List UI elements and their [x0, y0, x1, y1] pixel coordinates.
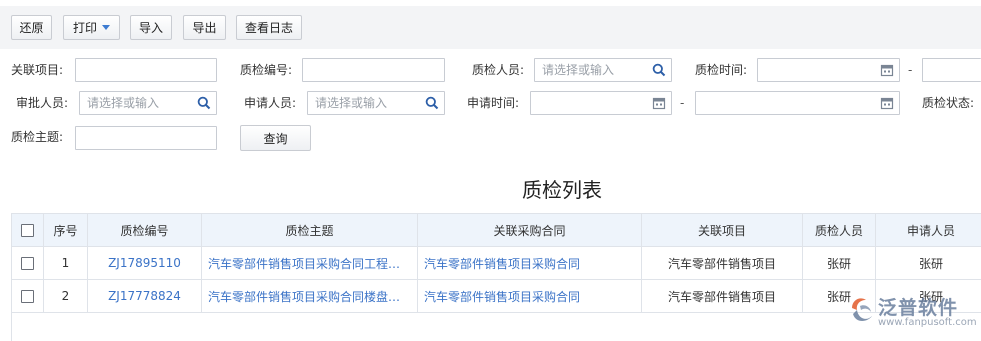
row-checkbox[interactable] [21, 257, 34, 270]
table-header-row: 序号 质检编号 质检主题 关联采购合同 关联项目 质检人员 申请人员 [11, 213, 981, 247]
applicant-cell: 张研 [875, 246, 981, 280]
table-row[interactable]: 1 ZJ17895110 汽车零部件销售项目采购合同工程车辆用件采购质检 汽车零… [11, 246, 981, 280]
print-label: 打印 [72, 21, 97, 35]
search-icon[interactable] [652, 63, 666, 77]
code-input[interactable] [302, 58, 445, 82]
column-header: 质检人员 [802, 213, 876, 247]
project-cell: 汽车零部件销售项目 [641, 279, 803, 313]
subject-input[interactable] [75, 126, 217, 150]
row-checkbox[interactable] [21, 290, 34, 303]
inspector-placeholder: 请选择或输入 [542, 63, 615, 77]
row-select-cell[interactable] [11, 246, 44, 280]
column-header: 申请人员 [875, 213, 981, 247]
caret-down-icon [102, 25, 110, 30]
logo-icon [852, 298, 872, 321]
column-header: 关联项目 [641, 213, 803, 247]
inspector-cell: 张研 [802, 246, 876, 280]
approver-placeholder: 请选择或输入 [87, 96, 160, 110]
time-start-input[interactable] [757, 58, 900, 82]
inspector-input[interactable]: 请选择或输入 [534, 58, 672, 82]
import-button[interactable]: 导入 [130, 15, 172, 40]
row-index: 1 [43, 246, 88, 280]
approver-input[interactable]: 请选择或输入 [79, 91, 217, 115]
restore-button[interactable]: 还原 [11, 15, 52, 40]
query-label: 查询 [263, 131, 288, 146]
select-all-checkbox[interactable] [21, 224, 34, 237]
subject-label: 质检主题: [11, 130, 64, 144]
view-log-button[interactable]: 查看日志 [236, 15, 302, 40]
export-button[interactable]: 导出 [183, 15, 226, 40]
watermark-url: www.fanpusoft.com [878, 317, 977, 328]
calendar-icon[interactable] [880, 96, 894, 110]
toolbar: 还原 打印 导入 导出 查看日志 [0, 6, 981, 49]
watermark: 泛普软件 www.fanpusoft.com [848, 292, 977, 332]
approver-label: 审批人员: [16, 96, 69, 110]
row-index: 2 [43, 279, 88, 313]
restore-label: 还原 [19, 21, 44, 35]
search-icon[interactable] [425, 96, 439, 110]
query-button[interactable]: 查询 [240, 125, 311, 151]
applicant-placeholder: 请选择或输入 [315, 96, 388, 110]
calendar-icon[interactable] [880, 63, 894, 77]
calendar-icon[interactable] [652, 96, 666, 110]
watermark-brand: 泛普软件 [878, 297, 959, 319]
inspection-subject-link[interactable]: 汽车零部件销售项目采购合同工程车辆用件采购质检 [201, 246, 418, 280]
row-select-cell[interactable] [11, 279, 44, 313]
status-label: 质检状态: [922, 96, 975, 110]
inspection-code-link[interactable]: ZJ17778824 [87, 279, 202, 313]
select-all-cell[interactable] [11, 213, 44, 247]
column-header: 质检编号 [87, 213, 202, 247]
applicant-input[interactable]: 请选择或输入 [307, 91, 445, 115]
apply-time-range-separator: - [680, 96, 685, 110]
page-title: 质检列表 [522, 178, 602, 202]
inspector-label: 质检人员: [472, 63, 525, 77]
column-header: 关联采购合同 [417, 213, 642, 247]
contract-link[interactable]: 汽车零部件销售项目采购合同 [417, 279, 642, 313]
inspection-table: 序号 质检编号 质检主题 关联采购合同 关联项目 质检人员 申请人员 1 ZJ1… [11, 213, 981, 313]
contract-link[interactable]: 汽车零部件销售项目采购合同 [417, 246, 642, 280]
column-header: 序号 [43, 213, 88, 247]
apply-time-start-input[interactable] [530, 91, 672, 115]
table-empty-area [11, 313, 981, 341]
table-row[interactable]: 2 ZJ17778824 汽车零部件销售项目采购合同楼盘车辆用件采购质检 汽车零… [11, 279, 981, 313]
column-header: 质检主题 [201, 213, 418, 247]
time-end-input[interactable] [922, 58, 981, 82]
inspection-code-link[interactable]: ZJ17895110 [87, 246, 202, 280]
inspection-subject-link[interactable]: 汽车零部件销售项目采购合同楼盘车辆用件采购质检 [201, 279, 418, 313]
project-label: 关联项目: [11, 63, 64, 77]
time-label: 质检时间: [695, 63, 748, 77]
apply-time-label: 申请时间: [467, 96, 520, 110]
view-log-label: 查看日志 [244, 21, 293, 35]
project-cell: 汽车零部件销售项目 [641, 246, 803, 280]
time-range-separator: - [908, 63, 913, 77]
export-label: 导出 [192, 21, 217, 35]
apply-time-end-input[interactable] [695, 91, 900, 115]
code-label: 质检编号: [240, 63, 293, 77]
search-icon[interactable] [197, 96, 211, 110]
import-label: 导入 [138, 21, 163, 35]
print-button[interactable]: 打印 [63, 15, 120, 40]
applicant-label: 申请人员: [244, 96, 297, 110]
project-input[interactable] [75, 58, 217, 82]
